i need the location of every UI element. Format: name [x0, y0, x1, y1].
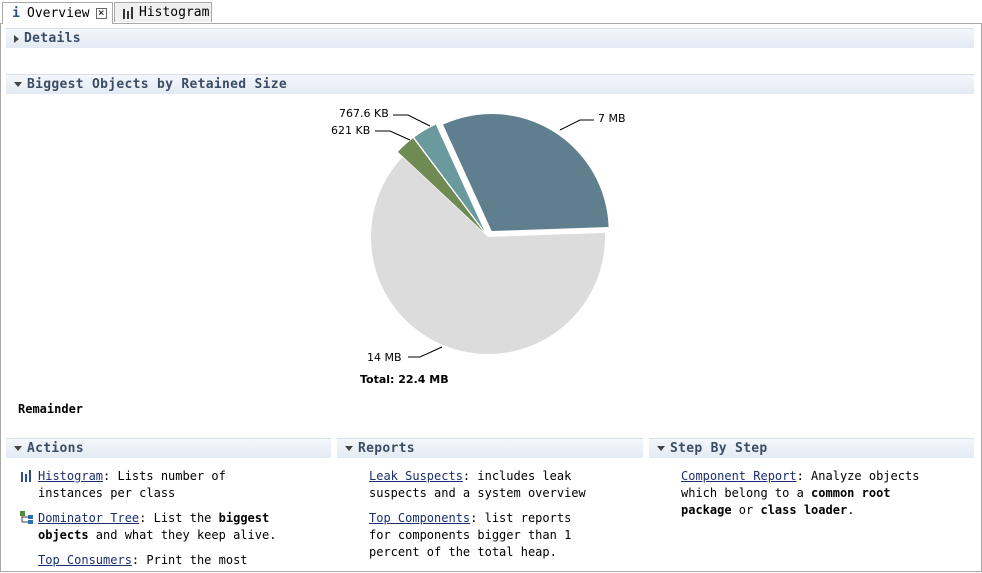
- leader-line-621kb: [375, 130, 411, 141]
- remainder-label: Remainder: [18, 402, 84, 416]
- pie-label-767kb: 767.6 KB: [339, 107, 389, 120]
- action-histogram-desc: : Lists number of: [103, 469, 226, 483]
- top-consumers-link[interactable]: Top Consumers: [38, 553, 132, 567]
- pie-label-621kb: 621 KB: [331, 124, 371, 137]
- actions-section-title: Actions: [27, 441, 84, 456]
- pie-label-7mb: 7 MB: [598, 112, 626, 125]
- report-top-components-desc: : list reports: [470, 511, 572, 525]
- step-by-step-section-header[interactable]: Step By Step: [649, 438, 974, 458]
- pie-label-14mb: 14 MB: [367, 351, 402, 364]
- action-dominator-bold-2: objects: [38, 528, 89, 542]
- top-components-link[interactable]: Top Components: [369, 511, 470, 525]
- step-component-report: Component Report: Analyze objects which …: [681, 468, 919, 519]
- action-dominator-tree: Dominator Tree: List the biggest objects…: [38, 510, 276, 544]
- report-top-components: Top Components: list reports for compone…: [369, 510, 571, 561]
- action-histogram-desc-2: instances per class: [38, 486, 176, 500]
- dominator-tree-icon: [20, 511, 34, 525]
- leader-line-14mb: [408, 346, 443, 358]
- step-by-step-section-title: Step By Step: [670, 441, 768, 456]
- step-component-bold-3: class loader: [760, 503, 848, 517]
- step-component-desc-2: which belong to a: [681, 486, 812, 500]
- leak-suspects-link[interactable]: Leak Suspects: [369, 469, 463, 483]
- report-top-components-desc-3: percent of the total heap.: [369, 545, 557, 559]
- report-leak-desc: : includes leak: [462, 469, 572, 483]
- reports-section-title: Reports: [358, 441, 415, 456]
- leader-line-767kb: [393, 114, 431, 127]
- action-histogram: Histogram: Lists number of instances per…: [38, 468, 226, 502]
- action-top-consumers: Top Consumers: Print the most: [38, 552, 248, 569]
- report-top-components-desc-2: for components bigger than 1: [369, 528, 572, 542]
- step-component-desc-3: or: [731, 503, 761, 517]
- collapse-arrow-icon[interactable]: [14, 446, 22, 451]
- report-leak-suspects: Leak Suspects: includes leak suspects an…: [369, 468, 586, 502]
- step-component-bold-1: common root: [811, 486, 891, 500]
- component-report-link[interactable]: Component Report: [681, 469, 797, 483]
- report-leak-desc-2: suspects and a system overview: [369, 486, 586, 500]
- action-dominator-desc: : List the: [139, 511, 219, 525]
- dominator-tree-link[interactable]: Dominator Tree: [38, 511, 139, 525]
- step-component-bold-2: package: [681, 503, 732, 517]
- action-top-consumers-desc: : Print the most: [131, 553, 248, 567]
- actions-section-header[interactable]: Actions: [6, 438, 331, 458]
- step-component-desc-4: .: [847, 503, 855, 517]
- leader-line-7mb: [559, 119, 594, 131]
- pie-total: Total: 22.4 MB: [360, 373, 449, 386]
- collapse-arrow-icon[interactable]: [657, 446, 665, 451]
- step-component-desc: : Analyze objects: [796, 469, 920, 483]
- action-dominator-desc-2: and what they keep alive.: [88, 528, 277, 542]
- histogram-icon: [20, 470, 34, 484]
- collapse-arrow-icon[interactable]: [345, 446, 353, 451]
- reports-section-header[interactable]: Reports: [337, 438, 643, 458]
- action-dominator-bold-1: biggest: [218, 511, 270, 525]
- histogram-link[interactable]: Histogram: [38, 469, 103, 483]
